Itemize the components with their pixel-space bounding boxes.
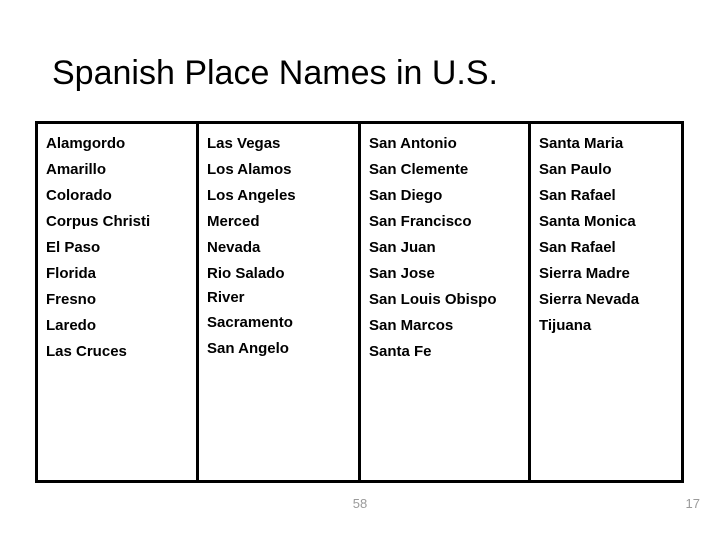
list-item: San Diego: [369, 187, 443, 204]
list-item-line-1: Rio Salado: [207, 265, 285, 282]
footer-slide-number: 17: [685, 496, 700, 511]
list-item: San Marcos: [369, 317, 454, 334]
list-item: San Juan: [369, 239, 436, 256]
list-item: Laredo: [46, 317, 97, 334]
list-item: San Antonio: [369, 135, 457, 152]
footer-page-label: 58: [352, 496, 368, 511]
table-column-1: Alamgordo Amarillo Colorado Corpus Chris…: [38, 124, 196, 480]
table-column-4: Santa Maria San Paulo San Rafael Santa M…: [528, 124, 681, 480]
list-item: Nevada: [207, 239, 261, 256]
list-item: Alamgordo: [46, 135, 126, 152]
page-title: Spanish Place Names in U.S.: [52, 54, 498, 92]
list-item: Florida: [46, 265, 97, 282]
list-item: Sacramento: [207, 314, 293, 331]
list-item: Las Vegas: [207, 135, 281, 152]
place-names-table: Alamgordo Amarillo Colorado Corpus Chris…: [35, 121, 684, 483]
list-item: Rio Salado River: [207, 261, 354, 310]
list-item: San Rafael: [539, 187, 616, 204]
list-item: Las Cruces: [46, 343, 127, 360]
list-item: San Paulo: [539, 161, 612, 178]
list-item: San Jose: [369, 265, 435, 282]
list-item: Tijuana: [539, 317, 592, 334]
list-item: San Angelo: [207, 340, 289, 357]
table-column-3: San Antonio San Clemente San Diego San F…: [358, 124, 528, 480]
list-item: Los Angeles: [207, 187, 296, 204]
list-item: Santa Fe: [369, 343, 432, 360]
list-item: Colorado: [46, 187, 112, 204]
list-item: Fresno: [46, 291, 97, 308]
list-item: Los Alamos: [207, 161, 292, 178]
list-item: San Francisco: [369, 213, 472, 230]
list-item: San Louis Obispo: [369, 291, 497, 308]
list-item: Santa Monica: [539, 213, 636, 230]
list-item: San Clemente: [369, 161, 469, 178]
list-item: Sierra Nevada: [539, 291, 640, 308]
table-column-2: Las Vegas Los Alamos Los Angeles Merced …: [196, 124, 358, 480]
list-item: Corpus Christi: [46, 213, 151, 230]
list-item: El Paso: [46, 239, 101, 256]
list-item-line-2: River: [207, 289, 245, 306]
list-item: San Rafael: [539, 239, 616, 256]
list-item: Sierra Madre: [539, 265, 630, 282]
list-item: Amarillo: [46, 161, 107, 178]
list-item: Santa Maria: [539, 135, 624, 152]
slide-canvas: Spanish Place Names in U.S. Alamgordo Am…: [0, 0, 720, 540]
list-item: Merced: [207, 213, 260, 230]
